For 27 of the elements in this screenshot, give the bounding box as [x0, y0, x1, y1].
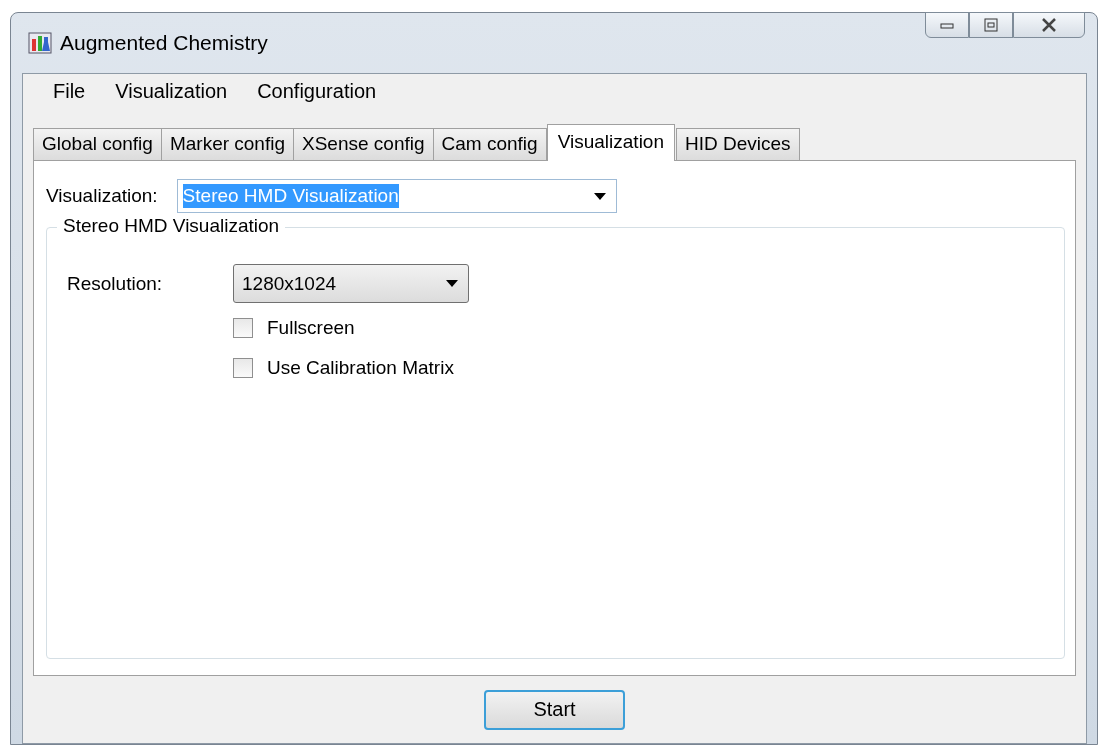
field-label: Resolution: [67, 272, 164, 295]
minimize-button[interactable] [925, 12, 969, 38]
maximize-button[interactable] [969, 12, 1013, 38]
caret-icon [446, 280, 458, 287]
start-button[interactable]: Start [484, 689, 625, 730]
tab[interactable]: XSense config [293, 128, 434, 160]
tab[interactable]: Cam config [432, 128, 547, 160]
close-icon [1041, 18, 1057, 32]
caret-icon [593, 192, 606, 200]
tab[interactable]: Global config [33, 128, 162, 160]
menu-item[interactable]: Visualization [103, 80, 246, 108]
tab[interactable]: Marker config [160, 128, 294, 160]
checkbox[interactable] [233, 318, 253, 338]
checkbox-label: Use Calibration Matrix [267, 357, 454, 379]
tab[interactable]: HID Devices [676, 128, 800, 160]
resolution-dropdown[interactable]: 1280x1024 [233, 264, 469, 303]
selected-text: Stereo HMD Visualization [182, 184, 399, 208]
window-title: Augmented Chemistry [60, 31, 268, 55]
menu-item[interactable]: Configuration [245, 80, 395, 108]
checkbox[interactable] [233, 358, 253, 378]
menu-item[interactable]: File [41, 80, 104, 108]
tab[interactable]: Visualization [546, 124, 675, 161]
minimize-icon [940, 21, 954, 29]
field-label: Visualization: [46, 185, 158, 207]
checkbox-label: Fullscreen [267, 317, 355, 339]
close-button[interactable] [1013, 12, 1085, 38]
maximize-icon [984, 18, 998, 32]
